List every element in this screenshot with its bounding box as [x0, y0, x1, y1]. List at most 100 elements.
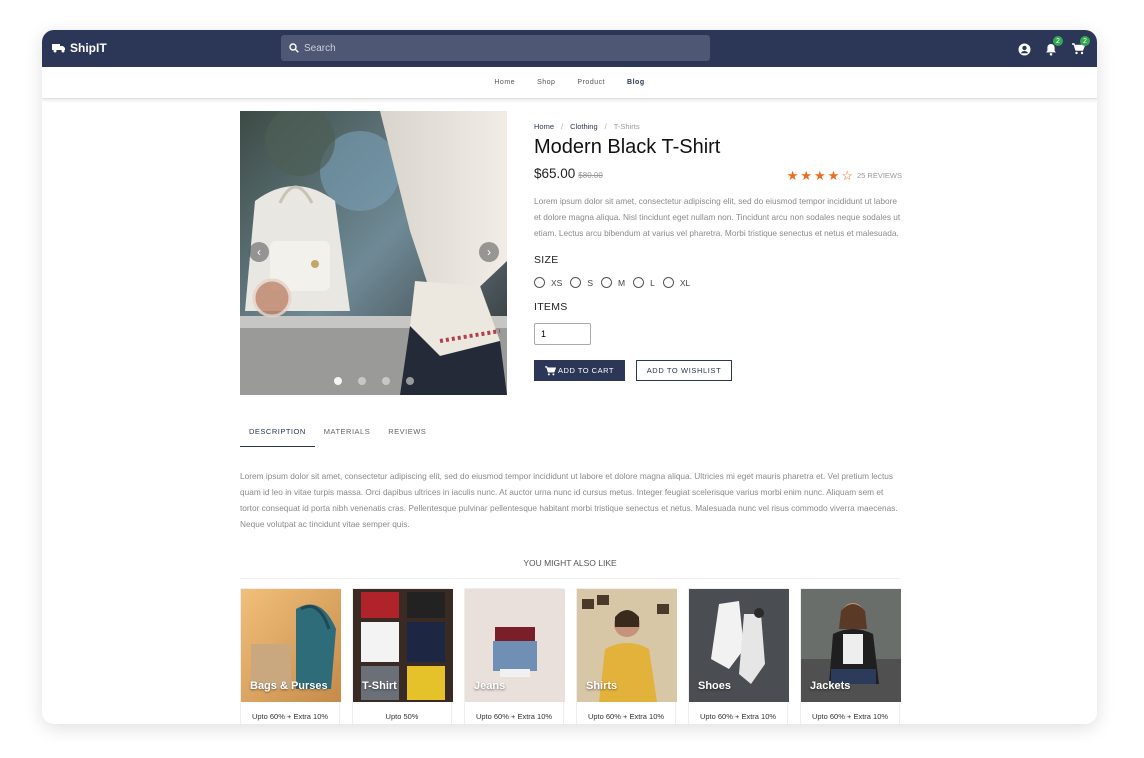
category-name: T-Shirt	[362, 680, 397, 692]
add-to-cart-button[interactable]: ADD TO CART	[534, 360, 625, 381]
chevron-right-icon: ›	[487, 245, 491, 259]
star-filled-icon: ★	[827, 168, 840, 183]
recommendation-card[interactable]: Shoes Upto 60% + Extra 10%	[688, 588, 789, 724]
size-text: XL	[679, 277, 691, 288]
notifications-button[interactable]: 2	[1040, 36, 1063, 60]
reviews-count[interactable]: 25 REVIEWS	[857, 171, 902, 180]
cart-icon	[545, 365, 557, 375]
size-text: XS	[551, 277, 563, 288]
star-filled-icon: ★	[814, 168, 826, 183]
category-offer: Upto 60% + Extra 10%	[475, 712, 553, 721]
gallery-dots	[240, 377, 507, 385]
product-tabs: DESCRIPTION MATERIALS REVIEWS	[240, 421, 435, 447]
category-image: Jackets	[801, 589, 901, 702]
category-offer: Upto 60% + Extra 10%	[811, 712, 889, 721]
size-text: S	[587, 277, 594, 288]
size-text: L	[650, 277, 655, 288]
cart-badge: 2	[1080, 36, 1090, 46]
category-image: T-Shirt	[353, 589, 453, 702]
tab-materials[interactable]: MATERIALS	[315, 421, 379, 447]
gallery-dot[interactable]	[405, 377, 414, 385]
browser-frame: ShipIT 2 2 Home Shop Product Blog	[42, 30, 1097, 724]
category-image: Bags & Purses	[241, 589, 341, 702]
items-label: ITEMS	[534, 301, 568, 313]
truck-icon	[52, 44, 65, 53]
category-offer: Upto 60% + Extra 10%	[699, 712, 777, 721]
gallery-dot[interactable]	[333, 377, 342, 385]
product-short-description: Lorem ipsum dolor sit amet, consectetur …	[534, 196, 901, 238]
recommendation-card[interactable]: Shirts Upto 60% + Extra 10%	[576, 588, 677, 724]
quantity-input[interactable]	[534, 323, 591, 345]
size-options: XS S M L XL	[534, 277, 902, 288]
size-option-xs[interactable]: XS	[534, 277, 562, 288]
product-rating[interactable]: ★ ★ ★ ★ ☆ 25 REVIEWS	[787, 169, 902, 182]
radio-icon[interactable]	[662, 277, 674, 288]
tab-description[interactable]: DESCRIPTION	[240, 421, 315, 447]
product-title: Modern Black T-Shirt	[534, 136, 721, 158]
radio-icon[interactable]	[570, 277, 582, 288]
category-image: Shirts	[577, 589, 677, 702]
category-name: Shirts	[586, 680, 618, 692]
size-option-m[interactable]: M	[601, 277, 625, 288]
gallery-prev-button[interactable]: ‹	[249, 242, 269, 262]
category-offer: Upto 60% + Extra 10%	[251, 712, 329, 721]
star-filled-icon: ★	[800, 168, 813, 183]
nav-blog[interactable]: Blog	[627, 79, 645, 86]
main-nav: Home Shop Product Blog	[42, 67, 1097, 99]
recommendation-card[interactable]: Jeans Upto 60% + Extra 10%	[464, 588, 565, 724]
breadcrumb: Home / Clothing / T-Shirts	[534, 122, 902, 131]
add-to-wishlist-button[interactable]: ADD TO WISHLIST	[636, 360, 732, 381]
nav-product[interactable]: Product	[577, 79, 605, 86]
recommendation-card[interactable]: T-Shirt Upto 50%	[352, 588, 453, 724]
star-filled-icon: ★	[786, 168, 799, 183]
gallery-next-button[interactable]: ›	[479, 242, 499, 262]
breadcrumb-clothing[interactable]: Clothing	[570, 122, 598, 131]
top-bar: ShipIT 2 2	[42, 30, 1097, 67]
size-option-xl[interactable]: XL	[662, 277, 691, 288]
cart-button[interactable]: 2	[1067, 36, 1090, 60]
brand-logo[interactable]: ShipIT	[52, 41, 107, 55]
size-text: M	[618, 277, 626, 288]
radio-icon[interactable]	[534, 277, 545, 288]
product-old-price: $80.00	[578, 171, 603, 180]
category-image: Jeans	[465, 589, 565, 702]
product-gallery: ‹ ›	[240, 111, 507, 395]
recommendations-heading: YOU MIGHT ALSO LIKE	[240, 558, 900, 579]
search-bar[interactable]	[281, 35, 710, 61]
star-empty-icon: ☆	[841, 168, 853, 183]
notifications-badge: 2	[1053, 36, 1063, 46]
product-photo	[240, 111, 507, 395]
search-icon	[289, 43, 299, 53]
category-name: Jeans	[474, 680, 506, 692]
account-icon	[1018, 43, 1030, 55]
product-price: $65.00	[534, 166, 576, 181]
gallery-dot[interactable]	[381, 377, 390, 385]
category-offer: Upto 60% + Extra 10%	[587, 712, 665, 721]
gallery-dot[interactable]	[357, 377, 366, 385]
recommendation-card[interactable]: Bags & Purses Upto 60% + Extra 10%	[240, 588, 341, 724]
size-label: SIZE	[534, 254, 559, 266]
product-info: Home / Clothing / T-Shirts Modern Black …	[534, 122, 902, 381]
category-offer: Upto 50%	[385, 712, 419, 721]
size-option-l[interactable]: L	[633, 277, 655, 288]
nav-home[interactable]: Home	[494, 79, 515, 86]
recommendation-card[interactable]: Jackets Upto 60% + Extra 10%	[800, 588, 901, 724]
breadcrumb-separator: /	[604, 122, 607, 131]
category-name: Bags & Purses	[250, 680, 328, 692]
account-button[interactable]	[1013, 38, 1035, 60]
nav-shop[interactable]: Shop	[537, 79, 555, 86]
breadcrumb-home[interactable]: Home	[534, 122, 554, 131]
search-input[interactable]	[304, 42, 684, 54]
brand-name: ShipIT	[70, 41, 107, 55]
size-option-s[interactable]: S	[570, 277, 593, 288]
radio-icon[interactable]	[633, 277, 645, 288]
chevron-left-icon: ‹	[257, 245, 261, 259]
breadcrumb-current: T-Shirts	[613, 122, 640, 131]
tab-reviews[interactable]: REVIEWS	[379, 421, 435, 447]
add-to-cart-label: ADD TO CART	[558, 366, 614, 375]
breadcrumb-separator: /	[561, 122, 564, 131]
recommendations-list: Bags & Purses Upto 60% + Extra 10% T-Shi…	[240, 588, 912, 724]
category-name: Jackets	[810, 680, 851, 692]
category-name: Shoes	[698, 680, 732, 692]
radio-icon[interactable]	[601, 277, 613, 288]
